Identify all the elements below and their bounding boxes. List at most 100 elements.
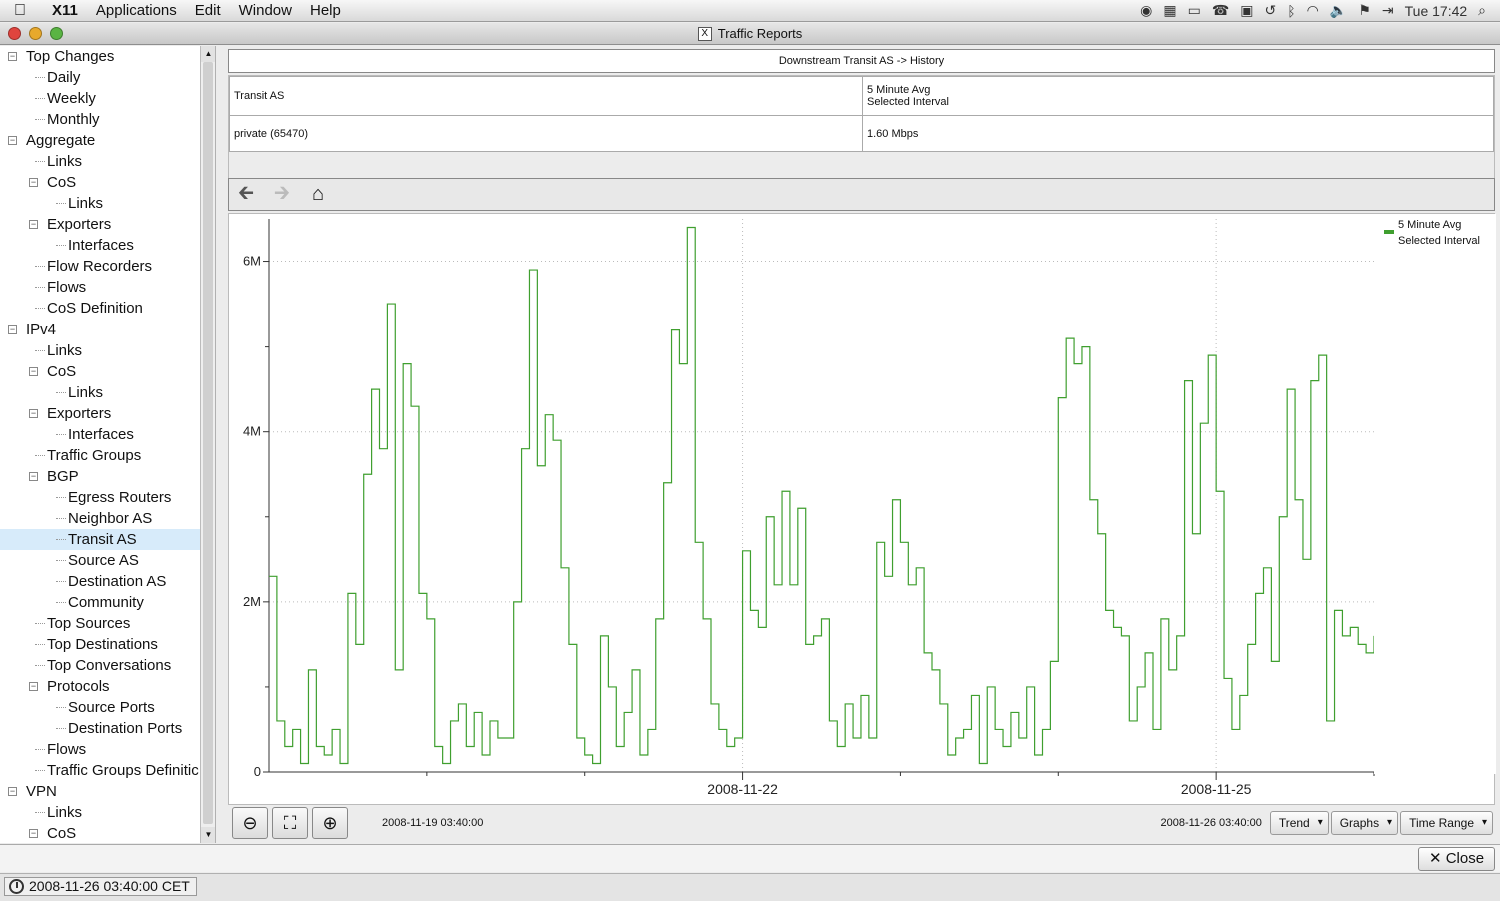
menu-applications[interactable]: Applications — [87, 2, 186, 19]
menu-bar:  X11 Applications Edit Window Help ◉ ▦ … — [0, 0, 1500, 22]
spotlight-icon[interactable]: ⌕ — [1478, 2, 1486, 19]
home-icon[interactable]: ⌂ — [307, 183, 329, 206]
tree-item[interactable]: − CoS — [0, 361, 200, 382]
time-machine-icon[interactable]: ↺ — [1265, 2, 1277, 19]
zoom-out-button[interactable]: ⊖ — [232, 807, 268, 839]
tree-item[interactable]: Traffic Groups Definitic — [0, 760, 200, 781]
close-window-icon[interactable] — [8, 27, 21, 40]
battery-icon[interactable]: ▭ — [1188, 2, 1201, 19]
flag-icon[interactable]: ⚑ — [1358, 2, 1371, 19]
table-row[interactable]: private (65470) 1.60 Mbps — [229, 115, 1494, 152]
collapse-icon[interactable]: − — [8, 52, 17, 61]
tree-item[interactable]: Flow Recorders — [0, 256, 200, 277]
tree-item[interactable]: Interfaces — [0, 424, 200, 445]
status-label: 2008-11-26 03:40:00 CET — [29, 878, 190, 894]
collapse-icon[interactable]: − — [29, 682, 38, 691]
tree-item[interactable]: − Protocols — [0, 676, 200, 697]
tree-item[interactable]: Links — [0, 340, 200, 361]
tree-item[interactable]: − Aggregate — [0, 130, 200, 151]
tree-item[interactable]: Source Ports — [0, 697, 200, 718]
collapse-icon[interactable]: − — [29, 220, 38, 229]
tree-item[interactable]: − IPv4 — [0, 319, 200, 340]
tree-scrollbar[interactable]: ▲ ▼ — [200, 46, 215, 843]
cell-as-value[interactable]: 1.60 Mbps — [862, 115, 1494, 152]
column-header-transit-as[interactable]: Transit AS — [229, 76, 863, 116]
column-header-avg[interactable]: 5 Minute Avg Selected Interval — [862, 76, 1494, 116]
collapse-icon[interactable]: − — [29, 178, 38, 187]
traffic-chart[interactable]: 0 2M 4M 6M 2008-11-22 2008-11-25 5 Minute Avg S… — [228, 213, 1496, 805]
tree-branch-line — [56, 728, 66, 729]
zoom-in-button[interactable]: ⊕ — [312, 807, 348, 839]
tree-item[interactable]: Links — [0, 193, 200, 214]
tree-item[interactable]: Monthly — [0, 109, 200, 130]
tree-item[interactable]: Interfaces — [0, 235, 200, 256]
tree-item[interactable]: CoS Definition — [0, 298, 200, 319]
tree-item[interactable]: Weekly — [0, 88, 200, 109]
tree-item[interactable]: Destination AS — [0, 571, 200, 592]
menu-window[interactable]: Window — [230, 2, 301, 19]
tree-item[interactable]: Flows — [0, 739, 200, 760]
time-range-dropdown[interactable]: Time Range — [1400, 811, 1493, 835]
tree-item[interactable]: Neighbor AS — [0, 508, 200, 529]
tree-item[interactable]: Transit AS — [0, 529, 200, 550]
tree-branch-line — [35, 308, 45, 309]
tree-item[interactable]: Links — [0, 382, 200, 403]
tree-item[interactable]: − BGP — [0, 466, 200, 487]
collapse-icon[interactable]: − — [8, 325, 17, 334]
wifi-icon[interactable]: ◠ — [1307, 2, 1319, 19]
tree-item[interactable]: Destination Ports — [0, 718, 200, 739]
scroll-down-icon[interactable]: ▼ — [201, 827, 215, 843]
spaces-icon[interactable]: ▦ — [1163, 2, 1176, 19]
collapse-icon[interactable]: − — [8, 136, 17, 145]
forward-arrow-icon[interactable]: 🡲 — [271, 178, 293, 212]
tree-item[interactable]: Traffic Groups — [0, 445, 200, 466]
trend-dropdown[interactable]: Trend — [1269, 811, 1329, 835]
collapse-icon[interactable]: − — [29, 829, 38, 838]
phone-icon[interactable]: ☎ — [1212, 2, 1229, 19]
tree-item[interactable]: Top Sources — [0, 613, 200, 634]
display-icon[interactable]: ▣ — [1240, 2, 1253, 19]
tree-item[interactable]: − Exporters — [0, 403, 200, 424]
tree-item-label: Neighbor AS — [68, 510, 153, 527]
tree-item[interactable]: − VPN — [0, 781, 200, 802]
graphs-dropdown[interactable]: Graphs — [1330, 811, 1399, 835]
minimize-window-icon[interactable] — [29, 27, 42, 40]
collapse-icon[interactable]: − — [29, 367, 38, 376]
cell-as-name[interactable]: private (65470) — [229, 115, 863, 152]
dialog-footer: ✕ Close — [0, 844, 1500, 872]
menu-app[interactable]: X11 — [40, 2, 87, 19]
eye-icon[interactable]: ◉ — [1140, 2, 1152, 19]
tree-item[interactable]: Links — [0, 802, 200, 823]
tree-item-label: Top Sources — [47, 615, 131, 632]
collapse-icon[interactable]: − — [29, 472, 38, 481]
scroll-thumb[interactable] — [203, 62, 213, 824]
menu-clock[interactable]: Tue 17:42 — [1405, 3, 1468, 19]
tree-item[interactable]: Flows — [0, 277, 200, 298]
y-tick-label: 4M — [243, 424, 261, 439]
zoom-fit-button[interactable]: ⛶ — [272, 807, 308, 839]
input-icon[interactable]: ⇥ — [1382, 2, 1394, 19]
tree-item[interactable]: − CoS — [0, 172, 200, 193]
close-button[interactable]: ✕ Close — [1418, 847, 1495, 871]
zoom-window-icon[interactable] — [50, 27, 63, 40]
tree-item[interactable]: Links — [0, 151, 200, 172]
menu-help[interactable]: Help — [301, 2, 350, 19]
tree-item[interactable]: Egress Routers — [0, 487, 200, 508]
menu-extras: ◉ ▦ ▭ ☎ ▣ ↺ ᛒ ◠ 🔈 ⚑ ⇥ Tue 17:42 ⌕ — [1140, 2, 1500, 19]
tree-item[interactable]: − Top Changes — [0, 46, 200, 67]
tree-item[interactable]: Source AS — [0, 550, 200, 571]
back-arrow-icon[interactable]: 🡰 — [235, 178, 257, 212]
tree-item[interactable]: Community — [0, 592, 200, 613]
tree-item[interactable]: Daily — [0, 67, 200, 88]
tree-item[interactable]: Top Destinations — [0, 634, 200, 655]
bluetooth-icon[interactable]: ᛒ — [1287, 3, 1295, 19]
collapse-icon[interactable]: − — [8, 787, 17, 796]
tree-item[interactable]: − CoS — [0, 823, 200, 843]
tree-item[interactable]: Top Conversations — [0, 655, 200, 676]
scroll-up-icon[interactable]: ▲ — [201, 46, 215, 62]
collapse-icon[interactable]: − — [29, 409, 38, 418]
menu-edit[interactable]: Edit — [186, 2, 230, 19]
apple-menu-icon[interactable]:  — [0, 2, 40, 20]
volume-icon[interactable]: 🔈 — [1330, 2, 1347, 19]
tree-item[interactable]: − Exporters — [0, 214, 200, 235]
